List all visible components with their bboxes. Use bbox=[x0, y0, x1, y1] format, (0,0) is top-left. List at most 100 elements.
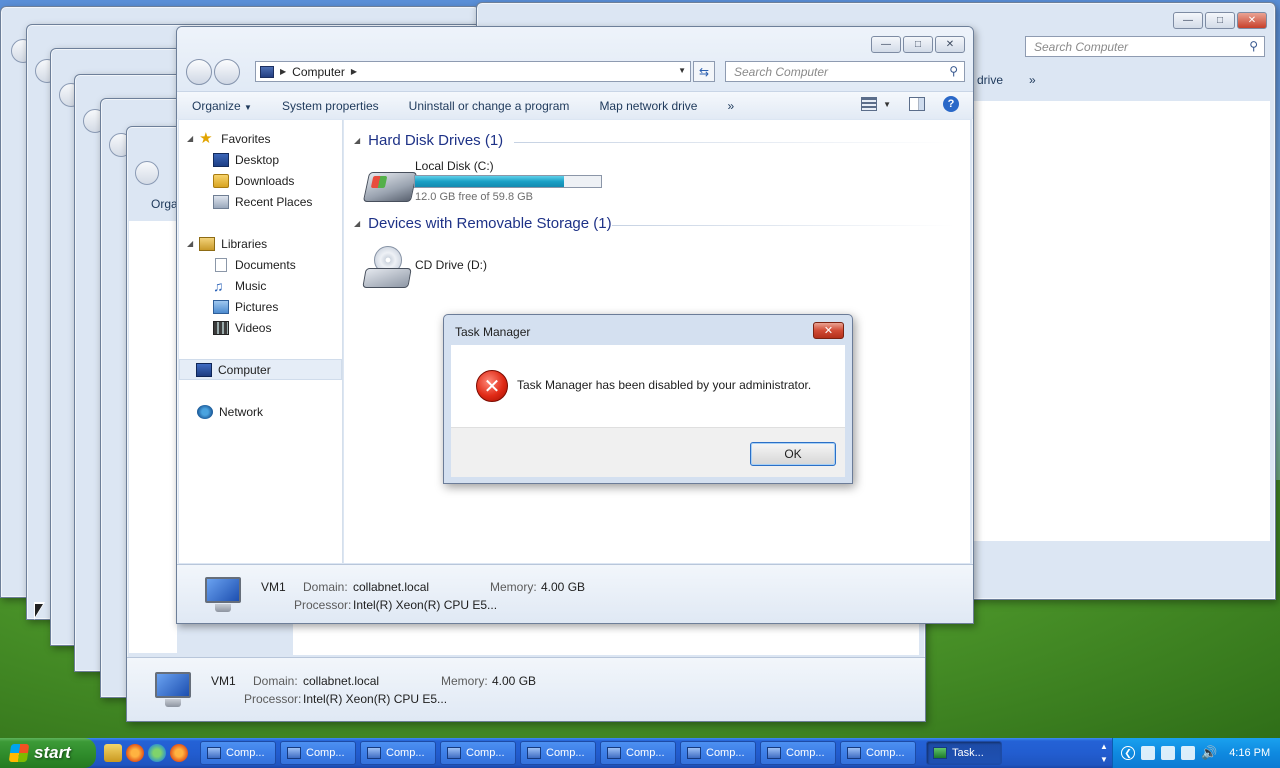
taskbar-button-computer[interactable]: Comp... bbox=[600, 741, 676, 765]
domain-label: Domain: bbox=[303, 580, 348, 594]
window-caption-buttons: — □ ✕ bbox=[1173, 12, 1267, 29]
toolbar-more-button[interactable]: » bbox=[712, 99, 749, 113]
nav-item-computer[interactable]: Computer bbox=[179, 359, 342, 380]
search-icon: ⚲ bbox=[1249, 39, 1258, 53]
collapse-icon[interactable]: ◢ bbox=[354, 219, 360, 228]
taskbar-button-computer[interactable]: Comp... bbox=[520, 741, 596, 765]
star-icon: ★ bbox=[199, 129, 213, 147]
window-caption-buttons: — □ ✕ bbox=[871, 36, 965, 53]
refresh-icon: ⇆ bbox=[698, 64, 710, 79]
volume-icon[interactable]: 🔊 bbox=[1201, 745, 1217, 761]
collapse-icon[interactable]: ◢ bbox=[187, 239, 193, 248]
minimize-button[interactable]: — bbox=[1173, 12, 1203, 29]
explorer-window-icon bbox=[287, 747, 301, 759]
system-properties-button[interactable]: System properties bbox=[267, 99, 394, 113]
taskbar-button-task-manager[interactable]: Task... bbox=[926, 741, 1002, 765]
nav-item-music[interactable]: ♫ Music bbox=[179, 275, 342, 296]
task-manager-dialog[interactable]: Task Manager ✕ ✕ Task Manager has been d… bbox=[443, 314, 853, 484]
collapse-icon[interactable]: ◢ bbox=[354, 136, 360, 145]
ok-button[interactable]: OK bbox=[750, 442, 836, 466]
error-icon: ✕ bbox=[476, 370, 508, 402]
toolbar-organize-ghost[interactable]: Orga bbox=[151, 197, 178, 211]
computer-icon bbox=[196, 362, 212, 377]
dialog-footer: OK bbox=[451, 427, 845, 477]
change-view-button[interactable]: ▼ bbox=[861, 97, 891, 111]
nav-item-network[interactable]: Network bbox=[179, 401, 342, 422]
help-icon[interactable]: ? bbox=[943, 96, 959, 112]
view-icon bbox=[861, 97, 878, 111]
back-button[interactable] bbox=[186, 59, 212, 85]
clock[interactable]: 4:16 PM bbox=[1229, 747, 1270, 759]
show-desktop-icon[interactable] bbox=[104, 744, 122, 762]
taskbar-button-computer[interactable]: Comp... bbox=[200, 741, 276, 765]
refresh-button[interactable]: ⇆ bbox=[693, 61, 715, 82]
nav-item-downloads[interactable]: Downloads bbox=[179, 170, 342, 191]
taskbar-button-computer[interactable]: Comp... bbox=[360, 741, 436, 765]
group-removable-storage[interactable]: ◢ Devices with Removable Storage (1) bbox=[354, 213, 612, 233]
collapse-icon[interactable]: ◢ bbox=[187, 134, 193, 143]
group-hard-disk-drives[interactable]: ◢ Hard Disk Drives (1) bbox=[354, 130, 503, 150]
drive-d-name: CD Drive (D:) bbox=[415, 258, 487, 272]
maximize-button[interactable]: □ bbox=[1205, 12, 1235, 29]
taskbar-button-computer[interactable]: Comp... bbox=[760, 741, 836, 765]
computer-icon bbox=[151, 672, 193, 708]
chevron-down-icon: ▼ bbox=[244, 102, 252, 112]
display-icon[interactable] bbox=[1181, 746, 1195, 760]
domain-value: collabnet.local bbox=[303, 674, 380, 688]
dialog-close-button[interactable]: ✕ bbox=[813, 322, 844, 339]
system-tray: ❮ 🔊 4:16 PM bbox=[1112, 738, 1280, 768]
close-button[interactable]: ✕ bbox=[935, 36, 965, 53]
taskbar-button-computer[interactable]: Comp... bbox=[280, 741, 356, 765]
toolbar-more[interactable]: » bbox=[1029, 73, 1036, 87]
organize-menu[interactable]: Organize ▼ bbox=[177, 99, 267, 113]
memory-value: 4.00 GB bbox=[492, 674, 537, 688]
content-area-ghost bbox=[293, 623, 919, 655]
breadcrumb-chevron-icon[interactable]: ▶ bbox=[351, 67, 357, 76]
nav-item-videos[interactable]: Videos bbox=[179, 317, 342, 338]
nav-item-pictures[interactable]: Pictures bbox=[179, 296, 342, 317]
breadcrumb-separator-icon[interactable]: ▶ bbox=[280, 67, 286, 76]
address-dropdown-icon[interactable]: ▼ bbox=[678, 66, 686, 75]
explorer-window-icon bbox=[607, 747, 621, 759]
breadcrumb-computer[interactable]: Computer bbox=[292, 65, 345, 79]
maximize-button[interactable]: □ bbox=[903, 36, 933, 53]
start-button[interactable]: start bbox=[0, 738, 96, 768]
address-bar[interactable]: ▶ Computer ▶ ▼ bbox=[255, 61, 691, 82]
taskbar-button-computer[interactable]: Comp... bbox=[840, 741, 916, 765]
navigation-pane: ◢ ★ Favorites Desktop Downloads Recent P… bbox=[179, 120, 343, 563]
taskbar-button-computer[interactable]: Comp... bbox=[680, 741, 756, 765]
nav-item-libraries[interactable]: ◢ Libraries bbox=[179, 233, 342, 254]
forward-button[interactable] bbox=[214, 59, 240, 85]
mouse-cursor-icon bbox=[34, 602, 45, 620]
network-tray-icon[interactable] bbox=[1161, 746, 1175, 760]
processor-value: Intel(R) Xeon(R) CPU E5... bbox=[353, 598, 498, 612]
taskbar-button-computer[interactable]: Comp... bbox=[440, 741, 516, 765]
tray-expand-icon[interactable]: ❮ bbox=[1121, 746, 1135, 760]
flag-icon[interactable] bbox=[1141, 746, 1155, 760]
network-icon bbox=[197, 404, 213, 419]
computer-icon bbox=[260, 65, 274, 78]
explorer-window-icon bbox=[367, 747, 381, 759]
taskbar-scroll[interactable]: ▲ ▼ bbox=[1098, 740, 1110, 766]
hard-drive-icon bbox=[362, 172, 418, 202]
nav-item-favorites[interactable]: ◢ ★ Favorites bbox=[179, 128, 342, 149]
explorer-window-icon bbox=[767, 747, 781, 759]
map-network-drive-button[interactable]: Map network drive bbox=[584, 99, 712, 113]
preview-pane-icon[interactable] bbox=[909, 97, 925, 111]
firefox-icon[interactable] bbox=[126, 744, 144, 762]
explorer-window-icon bbox=[847, 747, 861, 759]
downloads-folder-icon bbox=[213, 173, 229, 188]
minimize-button[interactable]: — bbox=[871, 36, 901, 53]
computer-name: VM1 bbox=[261, 580, 286, 594]
nav-item-desktop[interactable]: Desktop bbox=[179, 149, 342, 170]
search-input[interactable]: Search Computer ⚲ bbox=[1025, 36, 1265, 57]
nav-item-documents[interactable]: Documents bbox=[179, 254, 342, 275]
nav-item-recent-places[interactable]: Recent Places bbox=[179, 191, 342, 212]
firefox-icon[interactable] bbox=[170, 744, 188, 762]
documents-icon bbox=[215, 257, 227, 272]
toolbar-item-map-drive[interactable]: drive bbox=[977, 73, 1003, 87]
messenger-icon[interactable] bbox=[148, 744, 166, 762]
close-button[interactable]: ✕ bbox=[1237, 12, 1267, 29]
uninstall-program-button[interactable]: Uninstall or change a program bbox=[394, 99, 585, 113]
search-input[interactable]: Search Computer ⚲ bbox=[725, 61, 965, 82]
